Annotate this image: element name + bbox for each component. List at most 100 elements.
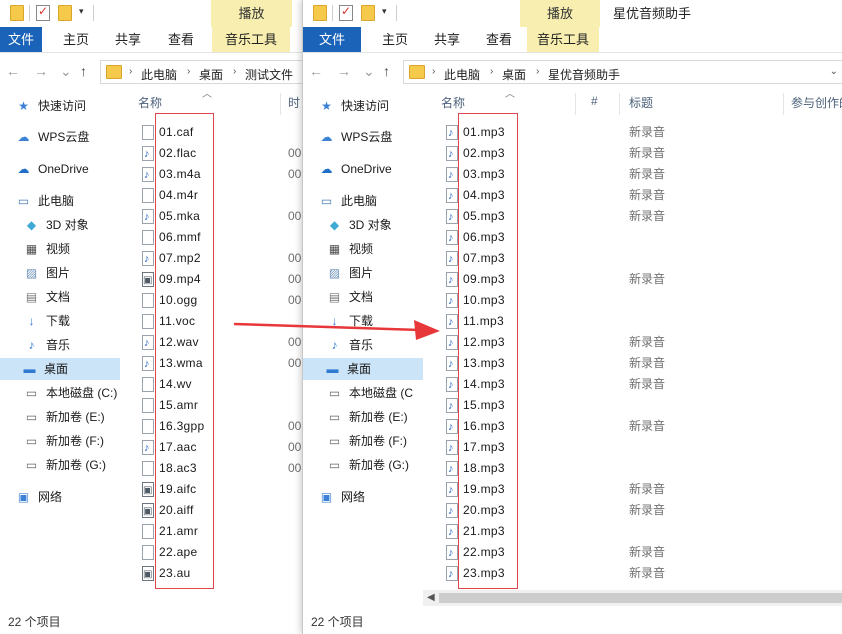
breadcrumb-chevron-icon[interactable]: › xyxy=(233,66,236,77)
nav-item[interactable]: ▬ 桌面 xyxy=(0,358,120,380)
file-row[interactable]: 18.ac3 00 xyxy=(120,458,312,479)
nav-item[interactable]: ▭ 新加卷 (F:) xyxy=(303,430,423,452)
file-row[interactable]: 07.mp200 xyxy=(120,248,312,270)
properties-icon[interactable] xyxy=(36,4,50,21)
breadcrumb-item[interactable]: 此电脑 xyxy=(141,66,177,83)
tab-music-tools[interactable]: 音乐工具 xyxy=(212,27,290,52)
file-row[interactable]: 23.au xyxy=(120,563,312,585)
back-arrow-icon[interactable]: ← xyxy=(309,63,323,79)
nav-item[interactable]: ▭ 本地磁盘 (C xyxy=(303,382,423,404)
file-row[interactable]: 01.caf xyxy=(120,122,312,143)
file-row[interactable]: 09.mp400 xyxy=(120,269,312,291)
file-row[interactable]: 13.wma00 xyxy=(120,353,312,375)
new-folder-icon[interactable] xyxy=(58,5,72,21)
nav-item[interactable]: ☁ WPS云盘 xyxy=(303,126,423,148)
play-context-tab[interactable]: 播放 xyxy=(211,0,292,27)
tab-home[interactable]: 主页 xyxy=(53,27,99,52)
file-row[interactable]: 19.aifc xyxy=(120,479,312,501)
scrollbar-thumb[interactable] xyxy=(439,593,842,603)
nav-item[interactable]: ♪ 音乐 xyxy=(303,334,423,356)
file-row[interactable]: 20.aiff xyxy=(120,500,312,522)
recent-locations-icon[interactable]: ⌄ xyxy=(363,63,375,80)
nav-item[interactable]: ▦ 视频 xyxy=(303,238,423,260)
back-arrow-icon[interactable]: ← xyxy=(6,63,20,79)
column-header-num[interactable]: # xyxy=(591,94,598,108)
nav-item[interactable]: ↓ 下载 xyxy=(0,310,120,332)
breadcrumb-item[interactable]: 星优音频助手 xyxy=(548,66,620,83)
nav-item[interactable]: ★ 快速访问 xyxy=(303,95,423,117)
horizontal-scrollbar[interactable]: ◀ xyxy=(423,590,842,606)
nav-item[interactable]: ▭ 新加卷 (E:) xyxy=(303,406,423,428)
breadcrumb-chevron-icon[interactable]: › xyxy=(129,66,132,77)
column-header-name[interactable]: 名称 xyxy=(441,94,465,111)
up-arrow-icon[interactable]: ↑ xyxy=(383,63,390,79)
column-header-title[interactable]: 标题 xyxy=(629,94,653,111)
up-arrow-icon[interactable]: ↑ xyxy=(80,63,87,79)
file-row[interactable]: 15.amr xyxy=(120,395,312,416)
file-row[interactable]: 10.ogg 00 xyxy=(120,290,312,311)
file-row[interactable]: 02.flac00 xyxy=(120,143,312,165)
file-row[interactable]: 17.aac00 xyxy=(120,437,312,459)
nav-item[interactable]: ☁ OneDrive xyxy=(303,158,423,180)
tab-file[interactable]: 文件 xyxy=(303,27,361,52)
nav-item[interactable]: ◆ 3D 对象 xyxy=(303,214,423,236)
nav-item[interactable]: ↓ 下载 xyxy=(303,310,423,332)
nav-item[interactable]: ▭ 此电脑 xyxy=(0,190,120,212)
tab-share[interactable]: 共享 xyxy=(423,27,471,52)
file-row[interactable]: 12.wav00 xyxy=(120,332,312,354)
address-bar[interactable]: › 此电脑 › 桌面 › 星优音频助手 ⌄ xyxy=(403,60,842,84)
breadcrumb-chevron-icon[interactable]: › xyxy=(187,66,190,77)
new-folder-icon[interactable] xyxy=(361,5,375,21)
tab-music-tools[interactable]: 音乐工具 xyxy=(527,27,599,52)
recent-locations-icon[interactable]: ⌄ xyxy=(60,63,72,80)
nav-item[interactable]: ♪ 音乐 xyxy=(0,334,120,356)
tab-file[interactable]: 文件 xyxy=(0,27,42,52)
breadcrumb-item[interactable]: 测试文件 xyxy=(245,66,293,83)
nav-item[interactable]: ▣ 网络 xyxy=(303,486,423,508)
file-row[interactable]: 16.3gpp 00 xyxy=(120,416,312,437)
address-dropdown-icon[interactable]: ⌄ xyxy=(830,66,838,77)
nav-item[interactable]: ▭ 新加卷 (E:) xyxy=(0,406,120,428)
tab-home[interactable]: 主页 xyxy=(371,27,419,52)
column-header-time[interactable]: 时 xyxy=(288,94,300,111)
customize-toolbar-chevron-icon[interactable]: ▾ xyxy=(382,6,387,17)
nav-item[interactable]: ▭ 新加卷 (G:) xyxy=(303,454,423,476)
nav-item[interactable]: ▤ 文档 xyxy=(0,286,120,308)
nav-item[interactable]: ▭ 此电脑 xyxy=(303,190,423,212)
nav-item[interactable]: ▭ 本地磁盘 (C:) xyxy=(0,382,120,404)
customize-toolbar-chevron-icon[interactable]: ▾ xyxy=(79,6,84,17)
nav-item[interactable]: ▭ 新加卷 (F:) xyxy=(0,430,120,452)
nav-item[interactable]: ▭ 新加卷 (G:) xyxy=(0,454,120,476)
breadcrumb-item[interactable]: 桌面 xyxy=(199,66,223,83)
nav-item[interactable]: ☁ OneDrive xyxy=(0,158,120,180)
nav-item[interactable]: ▨ 图片 xyxy=(0,262,120,284)
nav-item[interactable]: ▬ 桌面 xyxy=(303,358,423,380)
file-row[interactable]: 05.mka00 xyxy=(120,206,312,228)
nav-item[interactable]: ◆ 3D 对象 xyxy=(0,214,120,236)
play-context-tab[interactable]: 播放 xyxy=(520,0,600,27)
breadcrumb-chevron-icon[interactable]: › xyxy=(490,66,493,77)
file-row[interactable]: 14.wv xyxy=(120,374,312,395)
nav-item[interactable]: ▣ 网络 xyxy=(0,486,120,508)
file-row[interactable]: 04.m4r xyxy=(120,185,312,206)
nav-item[interactable]: ▤ 文档 xyxy=(303,286,423,308)
nav-item[interactable]: ☁ WPS云盘 xyxy=(0,126,120,148)
address-bar[interactable]: › 此电脑 › 桌面 › 测试文件 xyxy=(100,60,304,84)
file-row[interactable]: 11.voc xyxy=(120,311,312,332)
tab-view[interactable]: 查看 xyxy=(157,27,205,52)
forward-arrow-icon[interactable]: → xyxy=(337,63,351,79)
breadcrumb-chevron-icon[interactable]: › xyxy=(432,66,435,77)
nav-item[interactable]: ▦ 视频 xyxy=(0,238,120,260)
forward-arrow-icon[interactable]: → xyxy=(34,63,48,79)
file-row[interactable]: 03.m4a00 xyxy=(120,164,312,186)
nav-item[interactable]: ▨ 图片 xyxy=(303,262,423,284)
breadcrumb-chevron-icon[interactable]: › xyxy=(536,66,539,77)
column-header-name[interactable]: 名称 xyxy=(138,94,162,111)
nav-item[interactable]: ★ 快速访问 xyxy=(0,95,120,117)
file-row[interactable]: 21.amr xyxy=(120,521,312,542)
column-header-artist[interactable]: 参与创作的 xyxy=(791,94,842,111)
file-row[interactable]: 06.mmf xyxy=(120,227,312,248)
tab-share[interactable]: 共享 xyxy=(105,27,151,52)
properties-icon[interactable] xyxy=(339,4,353,21)
scroll-left-icon[interactable]: ◀ xyxy=(427,590,435,606)
